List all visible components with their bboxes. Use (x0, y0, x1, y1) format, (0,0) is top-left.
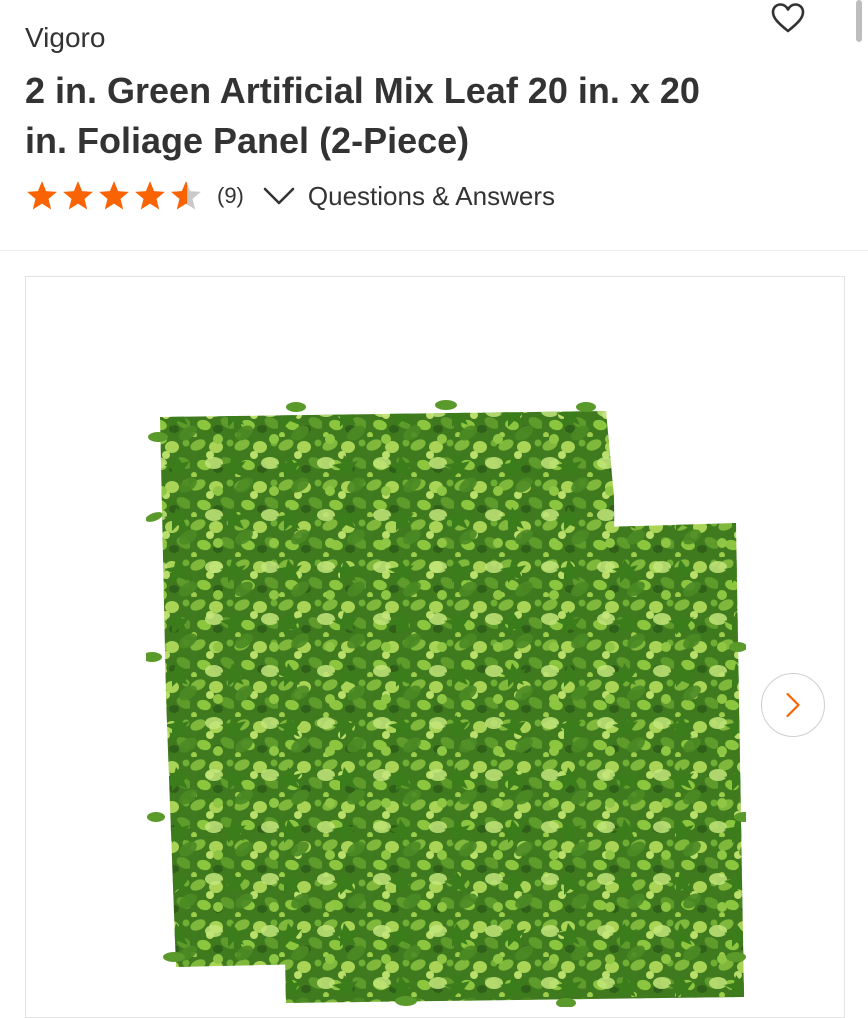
questions-answers-label: Questions & Answers (307, 180, 556, 211)
half-star-icon (171, 181, 201, 210)
brand-name[interactable]: Vigoro (25, 22, 105, 54)
chevron-right-icon (786, 692, 800, 718)
scrollbar-thumb[interactable] (856, 0, 862, 42)
product-title: 2 in. Green Artificial Mix Leaf 20 in. x… (25, 70, 700, 161)
divider (0, 250, 868, 251)
product-header: Vigoro 2 in. Green Artificial Mix Leaf 2… (0, 0, 868, 250)
star-icon (27, 181, 57, 210)
star-rating[interactable] (25, 179, 203, 213)
rating-row: (9) Questions & Answers (25, 178, 555, 214)
star-icon (63, 181, 93, 210)
image-gallery[interactable] (25, 276, 845, 1018)
favorite-button[interactable] (770, 2, 806, 34)
star-icon (99, 181, 129, 210)
chevron-down-icon (263, 187, 295, 205)
heart-icon (771, 3, 805, 33)
questions-answers-link[interactable]: Questions & Answers (262, 181, 555, 212)
star-icon (135, 181, 165, 210)
review-count[interactable]: (9) (217, 183, 244, 209)
product-image[interactable] (146, 397, 746, 1007)
next-image-button[interactable] (761, 673, 825, 737)
